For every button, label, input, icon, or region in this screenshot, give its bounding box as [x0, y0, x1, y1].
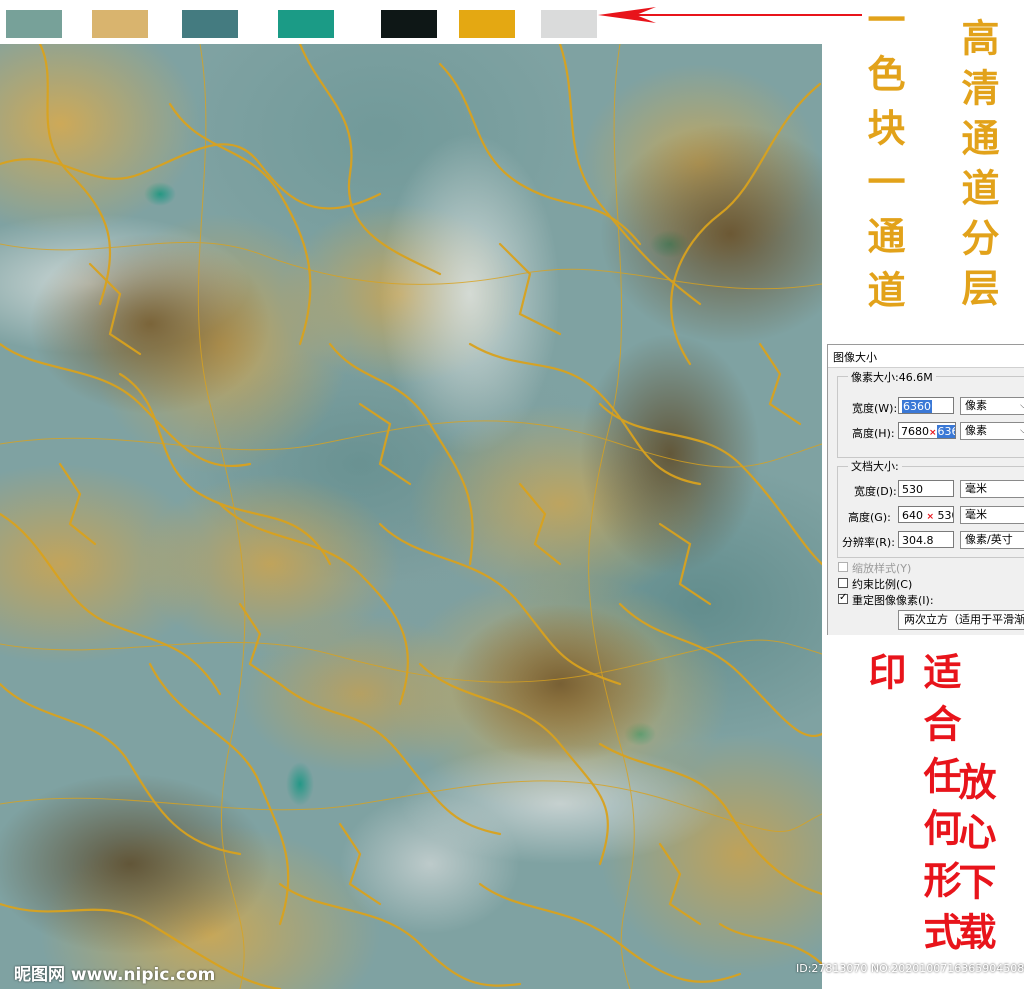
- doc-width-value: 530: [902, 483, 923, 496]
- height-value-old: 7680: [901, 425, 929, 438]
- width-unit-select[interactable]: 像素 ⌵: [960, 397, 1024, 415]
- dialog-titlebar: 图像大小: [828, 345, 1024, 368]
- height-input[interactable]: 7680×6360: [898, 422, 956, 439]
- doc-height-input[interactable]: 640 × 530: [898, 506, 954, 523]
- height-unit-select[interactable]: 像素 ⌵: [960, 422, 1024, 440]
- width-input[interactable]: 6360: [898, 397, 954, 414]
- chevron-down-icon: ⌵: [1020, 426, 1024, 436]
- height-label: 高度(H):: [852, 427, 895, 440]
- resolution-value: 304.8: [902, 534, 934, 547]
- doc-height-label: 高度(G):: [848, 511, 891, 524]
- image-id-watermark: ID:27813070 NO:20201007163659045080: [796, 962, 1024, 975]
- scale-styles-checkbox[interactable]: [838, 562, 848, 572]
- resolution-input[interactable]: 304.8: [898, 531, 954, 548]
- resolution-label: 分辨率(R):: [842, 536, 895, 549]
- width-value: 6360: [902, 400, 932, 413]
- resample-checkbox[interactable]: ✓: [838, 592, 848, 604]
- dialog-title: 图像大小: [833, 351, 877, 364]
- doc-width-input[interactable]: 530: [898, 480, 954, 497]
- height-unit: 像素: [965, 424, 987, 437]
- site-watermark: 昵图网 www.nipic.com: [14, 965, 216, 985]
- swatch-black: [381, 10, 437, 38]
- document-size-label: 文档大小:: [848, 458, 902, 474]
- swatch-tan: [92, 10, 148, 38]
- pixel-size-label: 像素大小:46.6M: [848, 369, 936, 385]
- doc-width-label: 宽度(D):: [854, 485, 897, 498]
- slogan-one-block-one-channel: 一色块一通道: [861, 0, 906, 324]
- slogan-download-worry-free: 放心下载: [952, 762, 997, 962]
- resample-label: 重定图像像素(I):: [852, 594, 934, 607]
- width-unit: 像素: [965, 399, 987, 412]
- swatch-teal: [278, 10, 334, 38]
- resample-method-select[interactable]: 两次立方（适用于平滑渐变: [898, 610, 1024, 630]
- constrain-proportions-checkbox[interactable]: [838, 578, 848, 588]
- height-value-new: 6360: [936, 425, 955, 438]
- scale-styles-label: 缩放样式(Y): [852, 562, 912, 575]
- doc-height-value-old: 640: [902, 509, 923, 522]
- swatch-gold: [459, 10, 515, 38]
- width-label: 宽度(W):: [852, 402, 898, 415]
- resolution-unit-select[interactable]: 像素/英寸: [960, 531, 1024, 549]
- slogan-hd-channel-layers: 高清通道分层: [955, 18, 1000, 318]
- chevron-down-icon: ⌵: [1020, 401, 1024, 411]
- left-arrow-icon: [598, 7, 862, 23]
- marble-texture: [0, 44, 822, 989]
- doc-height-unit: 毫米: [965, 508, 987, 521]
- swatch-slate-teal: [182, 10, 238, 38]
- resample-method: 两次立方（适用于平滑渐变: [904, 613, 1024, 626]
- constrain-proportions-label: 约束比例(C): [852, 578, 913, 591]
- red-strike-mark: ×: [926, 512, 935, 522]
- red-strike-mark: ×: [929, 428, 937, 438]
- pixel-size-group: [837, 376, 1024, 458]
- doc-width-unit: 毫米: [965, 482, 987, 495]
- resolution-unit: 像素/英寸: [965, 533, 1013, 546]
- swatch-sage-green: [6, 10, 62, 38]
- check-icon: ✓: [839, 592, 848, 603]
- doc-width-unit-select[interactable]: 毫米: [960, 480, 1024, 498]
- image-size-dialog: 图像大小 像素大小:46.6M 宽度(W): 6360 像素 ⌵ 高度(H): 7…: [827, 344, 1024, 635]
- gold-veins: [0, 44, 822, 989]
- doc-height-unit-select[interactable]: 毫米: [960, 506, 1024, 524]
- doc-height-value-new: 530: [937, 509, 953, 522]
- swatch-light-gray: [541, 10, 597, 38]
